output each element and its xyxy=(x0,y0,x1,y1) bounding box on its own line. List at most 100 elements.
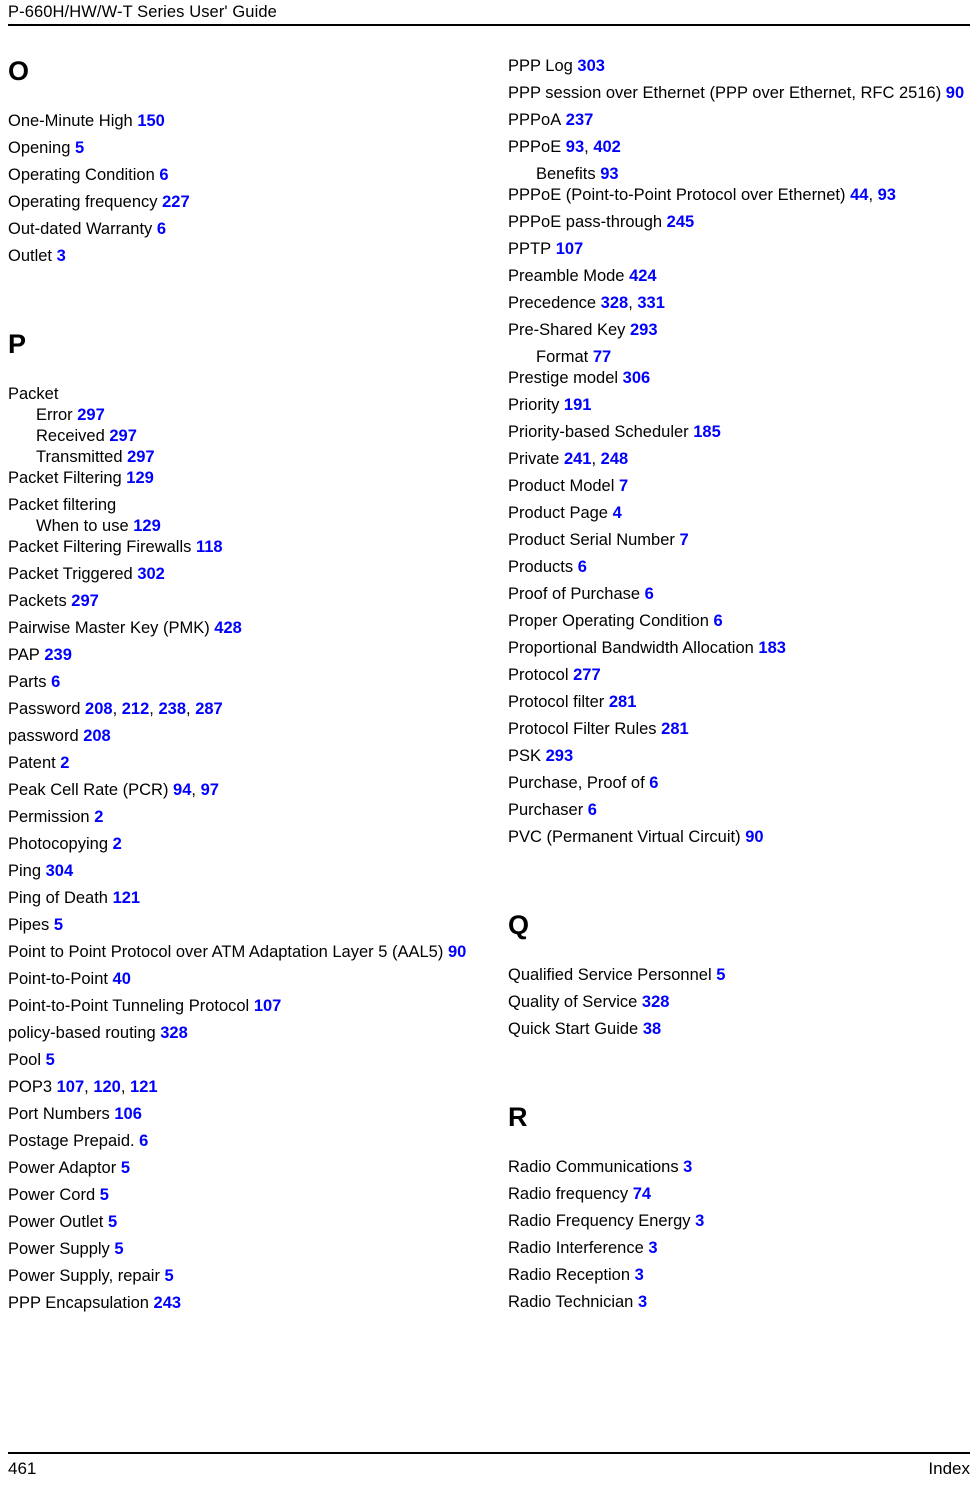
page-number-link[interactable]: 3 xyxy=(644,1239,657,1257)
page-number-link[interactable]: 5 xyxy=(70,139,84,157)
index-entry-term: Point-to-Point Tunneling Protocol xyxy=(8,997,250,1015)
index-entry-term: PPPoE pass-through xyxy=(508,213,663,231)
page-number-link[interactable]: 90 xyxy=(443,943,466,961)
page-number-link[interactable]: 304 xyxy=(41,862,74,880)
page-number-link[interactable]: 277 xyxy=(569,666,601,684)
index-entry: Purchase, Proof of 6 xyxy=(508,773,968,800)
page-number-link[interactable]: 208 xyxy=(80,700,113,718)
index-subentry: Transmitted 297 xyxy=(8,447,468,468)
index-entry-list: Packet Error 297 Received 297 Transmitted 2… xyxy=(8,384,468,1320)
page-number-link[interactable]: 107 xyxy=(52,1078,85,1096)
index-entry: Products 6 xyxy=(508,557,968,584)
page-number-link[interactable]: 6 xyxy=(573,558,587,576)
page-number-link[interactable]: 6 xyxy=(135,1132,148,1150)
page-number-link[interactable]: 38 xyxy=(638,1020,661,1038)
page-number-link[interactable]: 227 xyxy=(158,193,190,211)
page-number-link[interactable]: 3 xyxy=(679,1158,692,1176)
page-number-link[interactable]: 183 xyxy=(754,639,786,657)
page-number-link[interactable]: 107 xyxy=(551,240,584,258)
page-number-link[interactable]: 287 xyxy=(191,700,223,718)
page-number-link[interactable]: 281 xyxy=(657,720,689,738)
page-number-link[interactable]: 302 xyxy=(133,565,165,583)
page-number-link[interactable]: 208 xyxy=(79,727,111,745)
page-number-link[interactable]: 6 xyxy=(640,585,654,603)
page-number-link[interactable]: 5 xyxy=(95,1186,109,1204)
page-number-link[interactable]: 121 xyxy=(125,1078,158,1096)
page-number-link[interactable]: 129 xyxy=(122,469,154,487)
page-number-link[interactable]: 303 xyxy=(573,57,605,75)
page-number-link[interactable]: 241 xyxy=(559,450,592,468)
page-number-link[interactable]: 5 xyxy=(103,1213,117,1231)
page-number-link[interactable]: 93 xyxy=(873,186,896,204)
page-number-link[interactable]: 4 xyxy=(608,504,622,522)
page-number-link[interactable]: 5 xyxy=(712,966,725,984)
page-number-link[interactable]: 5 xyxy=(110,1240,123,1258)
page-number-link[interactable]: 328 xyxy=(596,294,629,312)
page-number-link[interactable]: 328 xyxy=(637,993,670,1011)
page-number-link[interactable]: 6 xyxy=(645,774,658,792)
page-number-link[interactable]: 3 xyxy=(52,247,66,265)
page-number-link[interactable]: 6 xyxy=(152,220,166,238)
page-number-link[interactable]: 94 xyxy=(168,781,191,799)
page-number-link[interactable]: 238 xyxy=(154,700,186,718)
page-number-link[interactable]: 212 xyxy=(117,700,150,718)
page-number-link[interactable]: 77 xyxy=(588,348,611,366)
page-number-link[interactable]: 306 xyxy=(618,369,651,387)
page-number-link[interactable]: 424 xyxy=(624,267,657,285)
page-number-link[interactable]: 191 xyxy=(559,396,592,414)
page-number-link[interactable]: 297 xyxy=(123,448,155,466)
page-number-link[interactable]: 6 xyxy=(155,166,168,184)
page-number-link[interactable]: 107 xyxy=(249,997,282,1015)
page-number-link[interactable]: 7 xyxy=(675,531,688,549)
page-number-link[interactable]: 331 xyxy=(633,294,665,312)
page-number-link[interactable]: 120 xyxy=(89,1078,121,1096)
page-number-link[interactable]: 40 xyxy=(108,970,131,988)
page-number-link[interactable]: 2 xyxy=(90,808,103,826)
page-number-link[interactable]: 90 xyxy=(741,828,763,846)
page-number-link[interactable]: 5 xyxy=(41,1051,55,1069)
index-section: O One-Minute High 150 Opening 5 Operating C… xyxy=(8,56,468,273)
page-number-link[interactable]: 281 xyxy=(604,693,637,711)
page-number-link[interactable]: 239 xyxy=(40,646,72,664)
page-number-link[interactable]: 328 xyxy=(156,1024,188,1042)
page-number-link[interactable]: 93 xyxy=(561,138,584,156)
page-number-link[interactable]: 243 xyxy=(149,1294,182,1312)
page-number-link[interactable]: 248 xyxy=(596,450,629,468)
page-number-link[interactable]: 74 xyxy=(628,1185,651,1203)
page-number-link[interactable]: 297 xyxy=(73,406,105,424)
page-number-link[interactable]: 3 xyxy=(630,1266,644,1284)
page-number-link[interactable]: 129 xyxy=(129,517,161,535)
page-number-link[interactable]: 2 xyxy=(56,754,69,772)
page-number-link[interactable]: 237 xyxy=(561,111,594,129)
page-number-link[interactable]: 3 xyxy=(691,1212,704,1230)
page-number-link[interactable]: 6 xyxy=(709,612,722,630)
page-number-link[interactable]: 428 xyxy=(210,619,242,637)
index-entry: Point to Point Protocol over ATM Adaptat… xyxy=(8,942,468,969)
page-number-link[interactable]: 118 xyxy=(191,538,223,556)
page-number-link[interactable]: 6 xyxy=(47,673,60,691)
page-number-link[interactable]: 121 xyxy=(108,889,141,907)
page-number-link[interactable]: 5 xyxy=(49,916,63,934)
page-number-link[interactable]: 297 xyxy=(67,592,99,610)
page-number-link[interactable]: 2 xyxy=(108,835,122,853)
page-number-link[interactable]: 93 xyxy=(596,165,618,183)
index-entry-pages: 297 xyxy=(67,592,99,610)
page-number-link[interactable]: 5 xyxy=(116,1159,130,1177)
page-number-link[interactable]: 185 xyxy=(689,423,721,441)
page-number-link[interactable]: 293 xyxy=(625,321,658,339)
index-entry: POP3 107, 120, 121 xyxy=(8,1077,468,1104)
page-number-link[interactable]: 106 xyxy=(110,1105,142,1123)
index-entry-term: Power Adaptor xyxy=(8,1159,117,1177)
page-number-link[interactable]: 297 xyxy=(105,427,137,445)
page-number-link[interactable]: 6 xyxy=(583,801,597,819)
page-number-link[interactable]: 293 xyxy=(541,747,574,765)
page-number-link[interactable]: 245 xyxy=(662,213,695,231)
page-number-link[interactable]: 90 xyxy=(941,84,964,102)
page-number-link[interactable]: 150 xyxy=(133,112,165,130)
page-number-link[interactable]: 3 xyxy=(633,1293,647,1311)
page-number-link[interactable]: 402 xyxy=(589,138,621,156)
page-number-link[interactable]: 7 xyxy=(614,477,628,495)
page-number-link[interactable]: 44 xyxy=(846,186,868,204)
page-number-link[interactable]: 5 xyxy=(160,1267,174,1285)
page-number-link[interactable]: 97 xyxy=(196,781,219,799)
